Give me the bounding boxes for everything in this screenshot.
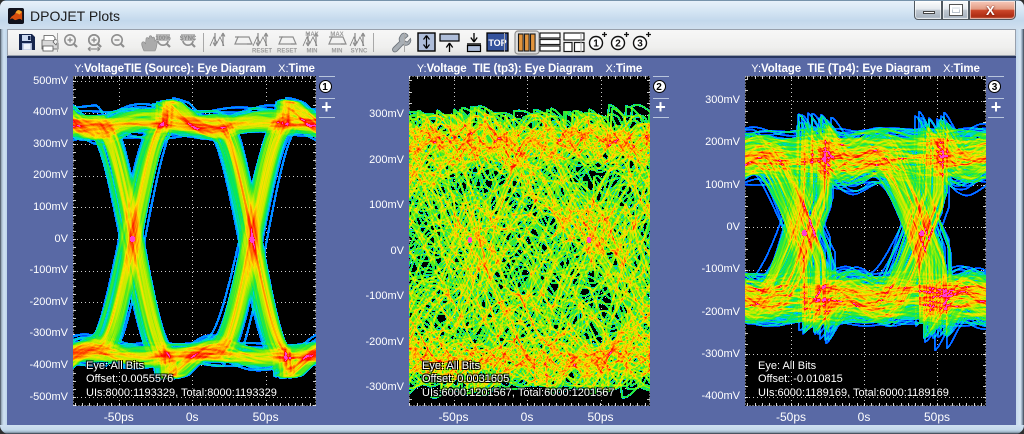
svg-text:SYNC: SYNC bbox=[180, 36, 197, 42]
svg-text:MAX: MAX bbox=[330, 32, 343, 38]
svg-text:MAX: MAX bbox=[305, 32, 318, 38]
svg-text:SYNC: SYNC bbox=[351, 49, 368, 55]
svg-text:100%: 100% bbox=[155, 36, 171, 42]
svg-text:TOP: TOP bbox=[488, 38, 506, 48]
svg-text:1: 1 bbox=[593, 39, 599, 50]
svg-text:RESET: RESET bbox=[252, 49, 272, 55]
svg-text:RESET: RESET bbox=[277, 49, 297, 55]
svg-text:MIN: MIN bbox=[332, 49, 343, 55]
svg-text:3: 3 bbox=[637, 39, 643, 50]
svg-text:MIN: MIN bbox=[307, 49, 318, 55]
svg-text:2: 2 bbox=[615, 39, 621, 50]
